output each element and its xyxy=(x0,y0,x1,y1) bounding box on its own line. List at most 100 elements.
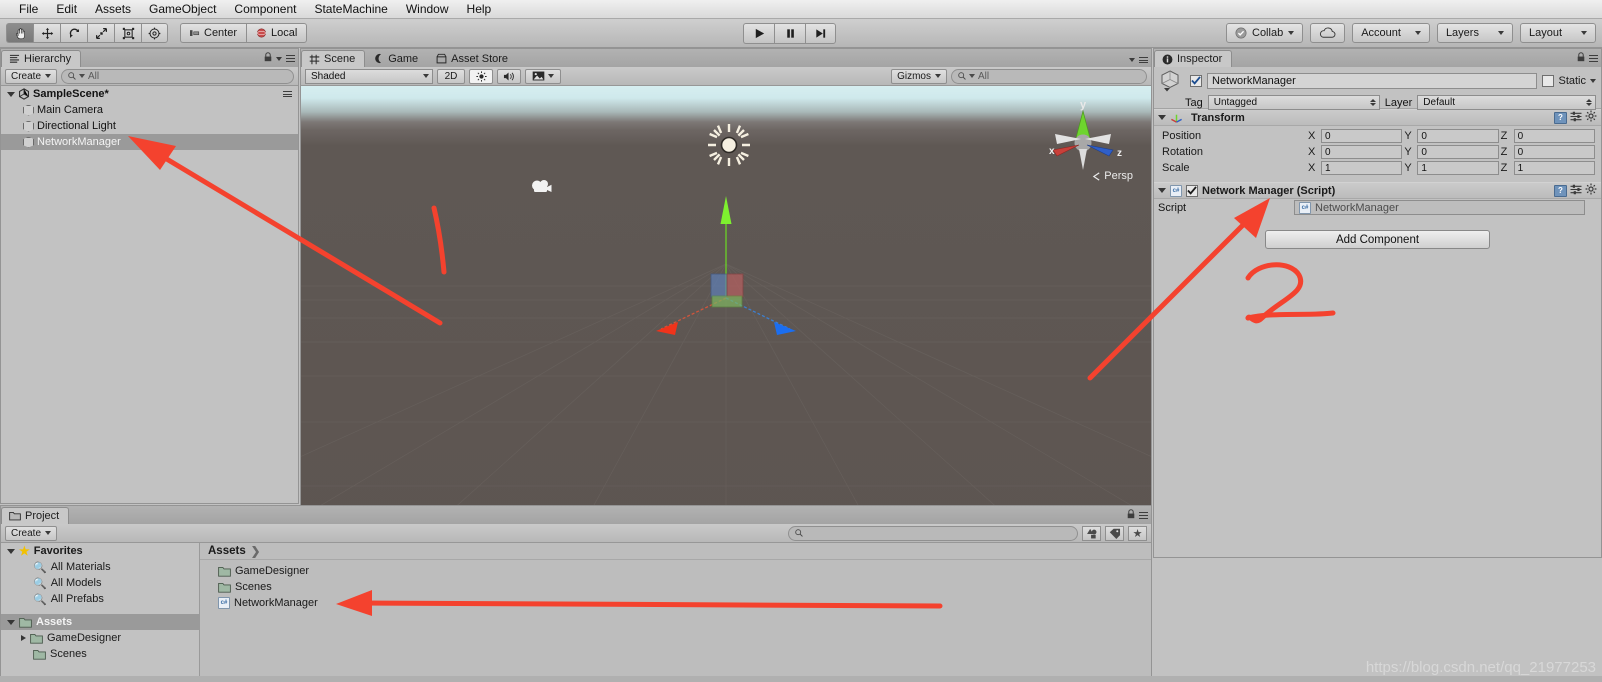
project-tree-all-prefabs[interactable]: 🔍 All Prefabs xyxy=(1,591,199,607)
shading-mode-dropdown[interactable]: Shaded xyxy=(305,68,433,84)
chevron-down-icon[interactable] xyxy=(7,91,15,97)
project-tree-favorites[interactable]: ★ Favorites xyxy=(1,543,199,559)
cloud-button[interactable] xyxy=(1310,23,1346,43)
step-button[interactable] xyxy=(805,23,836,44)
lock-icon[interactable] xyxy=(264,52,272,65)
layout-button[interactable]: Layout xyxy=(1519,23,1596,43)
projection-mode-label[interactable]: Persp xyxy=(1092,170,1133,182)
tab-asset-store[interactable]: Asset Store xyxy=(428,50,518,67)
scene-effects-toggle[interactable] xyxy=(525,68,561,84)
tab-game[interactable]: Game xyxy=(365,50,428,67)
favorite-button[interactable]: ★ xyxy=(1128,525,1147,541)
scene-search-input[interactable]: All xyxy=(951,68,1147,84)
pause-button[interactable] xyxy=(774,23,805,44)
static-checkbox[interactable] xyxy=(1542,74,1555,87)
help-icon[interactable]: ? xyxy=(1554,184,1567,197)
tab-hierarchy[interactable]: Hierarchy xyxy=(1,50,82,67)
filter-by-type-button[interactable] xyxy=(1082,525,1101,541)
object-name-field[interactable]: NetworkManager xyxy=(1207,72,1538,89)
project-tree-scenes[interactable]: Scenes xyxy=(1,646,199,662)
menu-item-file[interactable]: File xyxy=(10,0,47,18)
hierarchy-item-main-camera[interactable]: Main Camera xyxy=(1,102,298,118)
lock-icon[interactable] xyxy=(1577,52,1585,65)
hierarchy-scene-row[interactable]: SampleScene* xyxy=(1,86,298,102)
chevron-down-icon[interactable] xyxy=(1158,115,1166,120)
scale-y-input[interactable]: 1 xyxy=(1417,161,1499,175)
gizmos-button[interactable]: Gizmos xyxy=(891,68,947,84)
gameobject-enabled-checkbox[interactable] xyxy=(1190,74,1202,87)
project-tree-all-models[interactable]: 🔍 All Models xyxy=(1,575,199,591)
scene-viewport[interactable]: y x z Persp xyxy=(301,86,1151,545)
script-enabled-checkbox[interactable] xyxy=(1186,184,1198,197)
menu-item-edit[interactable]: Edit xyxy=(47,0,86,18)
scene-axis-gizmo[interactable]: y x z xyxy=(1039,98,1131,180)
menu-icon[interactable] xyxy=(1139,56,1148,65)
account-button[interactable]: Account xyxy=(1352,23,1430,43)
chevron-down-icon[interactable] xyxy=(1158,188,1166,193)
project-tree-gamedesigner[interactable]: GameDesigner xyxy=(1,630,199,646)
rotate-tool-button[interactable] xyxy=(60,23,87,43)
help-icon[interactable]: ? xyxy=(1554,111,1567,124)
menu-icon[interactable] xyxy=(1139,511,1148,520)
static-toggle-group[interactable]: Static xyxy=(1542,74,1596,87)
layer-dropdown[interactable]: Default xyxy=(1417,95,1596,110)
transform-component-header[interactable]: Transform ? xyxy=(1154,109,1601,126)
script-component-header[interactable]: c# Network Manager (Script) ? xyxy=(1154,182,1601,199)
scene-audio-toggle[interactable] xyxy=(497,68,521,84)
tag-dropdown[interactable]: Untagged xyxy=(1207,95,1380,110)
hand-tool-button[interactable] xyxy=(6,23,33,43)
menu-icon[interactable] xyxy=(286,54,295,63)
project-search-input[interactable] xyxy=(788,525,1078,541)
chevron-down-icon[interactable] xyxy=(7,619,15,625)
pivot-mode-button[interactable]: Center xyxy=(180,23,247,43)
scale-tool-button[interactable] xyxy=(87,23,114,43)
chevron-down-icon[interactable] xyxy=(1590,78,1596,83)
collab-button[interactable]: Collab xyxy=(1226,23,1304,43)
rotation-z-input[interactable]: 0 xyxy=(1513,145,1595,159)
position-x-input[interactable]: 0 xyxy=(1321,129,1403,143)
move-gizmo[interactable] xyxy=(656,146,796,346)
lock-icon[interactable] xyxy=(1127,509,1135,522)
twod-toggle-button[interactable]: 2D xyxy=(437,68,465,84)
chevron-down-icon[interactable] xyxy=(276,56,282,61)
project-content-gamedesigner[interactable]: GameDesigner xyxy=(200,563,1151,579)
menu-item-help[interactable]: Help xyxy=(458,0,501,18)
scene-menu-icon[interactable] xyxy=(283,89,292,98)
move-tool-button[interactable] xyxy=(33,23,60,43)
rect-tool-button[interactable] xyxy=(114,23,141,43)
chevron-down-icon[interactable] xyxy=(1129,58,1135,63)
rotation-x-input[interactable]: 0 xyxy=(1321,145,1403,159)
scene-lighting-toggle[interactable] xyxy=(469,68,493,84)
project-create-button[interactable]: Create xyxy=(5,525,58,541)
rotation-y-input[interactable]: 0 xyxy=(1417,145,1499,159)
project-content-networkmanager[interactable]: c# NetworkManager xyxy=(200,595,1151,611)
project-tree-assets[interactable]: Assets xyxy=(1,614,199,630)
transform-tool-button[interactable] xyxy=(141,23,168,43)
chevron-down-icon[interactable] xyxy=(7,548,15,554)
layers-button[interactable]: Layers xyxy=(1436,23,1513,43)
menu-item-gameobject[interactable]: GameObject xyxy=(140,0,225,18)
gear-icon[interactable] xyxy=(1585,110,1597,125)
add-component-button[interactable]: Add Component xyxy=(1265,230,1490,249)
hierarchy-search-input[interactable]: All xyxy=(61,68,294,84)
scale-x-input[interactable]: 1 xyxy=(1321,161,1403,175)
breadcrumb-label[interactable]: Assets xyxy=(208,545,246,557)
gear-icon[interactable] xyxy=(1585,183,1597,198)
position-z-input[interactable]: 0 xyxy=(1513,129,1595,143)
menu-icon[interactable] xyxy=(1589,54,1598,63)
project-tree-all-materials[interactable]: 🔍 All Materials xyxy=(1,559,199,575)
preset-icon[interactable] xyxy=(1570,184,1582,198)
menu-item-assets[interactable]: Assets xyxy=(86,0,140,18)
tab-inspector[interactable]: Inspector xyxy=(1154,50,1233,67)
tab-project[interactable]: Project xyxy=(1,507,70,524)
menu-item-statemachine[interactable]: StateMachine xyxy=(305,0,396,18)
hierarchy-item-directional-light[interactable]: Directional Light xyxy=(1,118,298,134)
play-button[interactable] xyxy=(743,23,774,44)
script-object-field[interactable]: c# NetworkManager xyxy=(1294,200,1585,215)
create-button[interactable]: Create xyxy=(5,68,58,84)
position-y-input[interactable]: 0 xyxy=(1417,129,1499,143)
chevron-right-icon[interactable] xyxy=(21,635,26,641)
menu-item-component[interactable]: Component xyxy=(225,0,305,18)
handle-mode-button[interactable]: Local xyxy=(246,23,308,43)
scale-z-input[interactable]: 1 xyxy=(1513,161,1595,175)
